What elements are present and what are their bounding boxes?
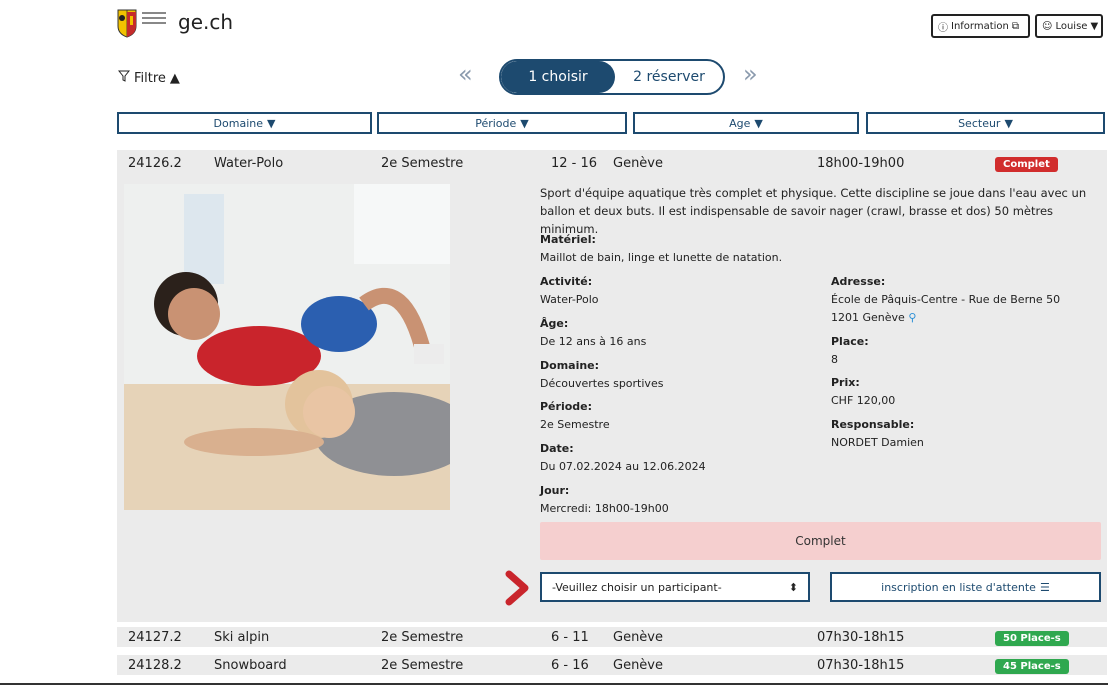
activity-description: Sport d'équipe aquatique très complet et…	[540, 186, 1087, 236]
adresse-line1: École de Pâquis-Centre - Rue de Berne 50	[831, 293, 1061, 306]
prix-label: Prix:	[831, 376, 860, 389]
divider	[0, 683, 1108, 685]
row-name: Ski alpin	[214, 630, 270, 645]
info-icon: ⓘ	[938, 22, 948, 34]
site-name[interactable]: ge.ch	[178, 10, 233, 34]
waitlist-label: inscription en liste d'attente	[881, 580, 1036, 594]
date-label: Date:	[540, 442, 574, 455]
activity-city: Genève	[613, 156, 664, 171]
triangle-up-icon: ▲	[169, 70, 180, 86]
adresse-label: Adresse:	[831, 275, 886, 288]
filter-toggle[interactable]: Filtre ▲	[117, 70, 180, 86]
activity-name: Water-Polo	[214, 156, 284, 171]
adresse-line2-container: 1201 Genève ⚲	[831, 311, 916, 324]
jour-label: Jour:	[540, 484, 570, 497]
domaine-value: Découvertes sportives	[540, 377, 664, 390]
row-city: Genève	[613, 658, 664, 673]
activite-label: Activité:	[540, 275, 593, 288]
republique-logo-text	[142, 12, 166, 32]
activite-value: Water-Polo	[540, 293, 599, 306]
prix-value: CHF 120,00	[831, 394, 896, 407]
activity-semester: 2e Semestre	[381, 156, 464, 171]
secteur-filter-label: Secteur	[958, 116, 1001, 130]
activity-photo	[124, 184, 450, 510]
filter-label: Filtre	[134, 70, 166, 86]
waitlist-button[interactable]: inscription en liste d'attente ☰	[830, 572, 1101, 602]
dropdown-arrow-icon: ▼	[1090, 20, 1099, 32]
periode-label: Période:	[540, 400, 593, 413]
places-badge: 45 Place-s	[995, 659, 1069, 674]
secteur-dropdown-icon: ▼	[1004, 116, 1013, 130]
red-chevron-icon	[505, 570, 531, 609]
age-dropdown-icon: ▼	[754, 116, 763, 130]
age-filter-label: Age	[729, 116, 751, 130]
jour-value: Mercredi: 18h00-19h00	[540, 502, 669, 515]
row-hours: 07h30-18h15	[817, 630, 905, 645]
periode-filter[interactable]: Période ▼	[377, 112, 627, 134]
age-label: Âge:	[540, 317, 569, 330]
secteur-filter[interactable]: Secteur ▼	[866, 112, 1105, 134]
age-value: De 12 ans à 16 ans	[540, 335, 647, 348]
filter-icon	[117, 70, 131, 86]
periode-filter-label: Période	[475, 116, 517, 130]
participant-select-value: -Veuillez choisir un participant-	[552, 580, 722, 594]
status-badge: Complet	[995, 157, 1058, 172]
information-button[interactable]: ⓘ Information ⧉	[931, 14, 1030, 38]
previous-step-icon[interactable]: «	[458, 60, 473, 88]
domaine-filter[interactable]: Domaine ▼	[117, 112, 372, 134]
periode-value: 2e Semestre	[540, 418, 610, 431]
domaine-label: Domaine:	[540, 359, 600, 372]
row-ages: 6 - 16	[551, 658, 589, 673]
step-indicator: 1 choisir 2 réserver	[499, 59, 725, 95]
activity-ages: 12 - 16	[551, 156, 598, 171]
information-label: Information	[951, 20, 1009, 32]
step-choisir[interactable]: 1 choisir	[501, 61, 615, 93]
periode-dropdown-icon: ▼	[520, 116, 529, 130]
places-badge: 50 Place-s	[995, 631, 1069, 646]
domaine-filter-label: Domaine	[213, 116, 263, 130]
user-name: Louise	[1055, 20, 1088, 32]
select-arrows-icon: ⬍	[788, 580, 798, 594]
responsable-label: Responsable:	[831, 418, 915, 431]
participant-select[interactable]: -Veuillez choisir un participant- ⬍	[540, 572, 810, 602]
activity-hours: 18h00-19h00	[817, 156, 905, 171]
domaine-dropdown-icon: ▼	[266, 116, 276, 130]
date-value: Du 07.02.2024 au 12.06.2024	[540, 460, 706, 473]
map-pin-icon[interactable]: ⚲	[908, 311, 916, 324]
place-label: Place:	[831, 335, 869, 348]
row-semester: 2e Semestre	[381, 658, 464, 673]
activity-code: 24126.2	[128, 156, 182, 171]
geneva-coat-of-arms-icon	[116, 8, 138, 38]
materiel-label: Matériel:	[540, 233, 596, 246]
next-step-icon[interactable]: »	[743, 60, 758, 88]
adresse-line2: 1201 Genève	[831, 311, 905, 324]
responsable-value: NORDET Damien	[831, 436, 924, 449]
row-city: Genève	[613, 630, 664, 645]
step-reserver[interactable]: 2 réserver	[615, 69, 723, 85]
external-link-icon: ⧉	[1011, 20, 1020, 32]
complet-banner: Complet	[540, 522, 1101, 560]
place-value: 8	[831, 353, 838, 366]
materiel-value: Maillot de bain, linge et lunette de nat…	[540, 251, 783, 264]
user-menu-button[interactable]: ☺ Louise ▼	[1035, 14, 1103, 38]
user-icon: ☺	[1042, 20, 1053, 32]
row-name: Snowboard	[214, 658, 287, 673]
age-filter[interactable]: Age ▼	[633, 112, 859, 134]
row-hours: 07h30-18h15	[817, 658, 905, 673]
row-code: 24127.2	[128, 630, 182, 645]
row-ages: 6 - 11	[551, 630, 589, 645]
row-code: 24128.2	[128, 658, 182, 673]
list-icon: ☰	[1039, 580, 1050, 594]
row-semester: 2e Semestre	[381, 630, 464, 645]
